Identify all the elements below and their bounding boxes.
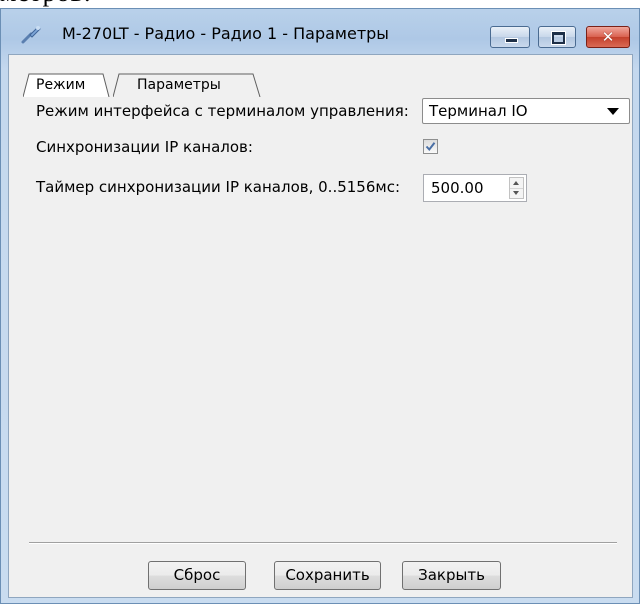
interface-mode-value: Терминал IO [429,102,528,120]
interface-mode-select[interactable]: Терминал IO [422,98,630,124]
ip-sync-timer-value: 500.00 [431,179,484,197]
tab-parameters[interactable]: Параметры [113,73,263,97]
tab-parameters-label: Параметры [137,77,221,93]
tab-regime-label: Режим [36,77,86,93]
ip-sync-label: Синхронизации IP каналов: [36,138,253,156]
maximize-button[interactable] [538,26,576,48]
save-button[interactable]: Сохранить [274,561,381,590]
app-icon [20,23,42,45]
tab-regime[interactable]: Режим [23,73,111,97]
spin-buttons [509,177,524,199]
parameters-window: М-270LT - Радио - Радио 1 - Параметры ✕ … [0,8,640,604]
dialog-body: Режим Параметры Режим интерфейса с терми… [8,54,633,598]
window-title: М-270LT - Радио - Радио 1 - Параметры [62,24,389,43]
close-button[interactable]: Закрыть [402,561,501,590]
footer-separator [29,542,617,544]
minimize-icon [491,27,529,47]
reset-button[interactable]: Сброс [148,561,246,590]
ip-sync-timer-label: Таймер синхронизации IP каналов, 0..5156… [36,178,401,196]
title-bar[interactable]: М-270LT - Радио - Радио 1 - Параметры ✕ [1,9,639,53]
maximize-icon [539,27,575,47]
cropped-background-text: метров. [0,0,91,8]
checkmark-icon [425,142,436,152]
interface-mode-label: Режим интерфейса с терминалом управления… [36,102,409,120]
close-window-button[interactable]: ✕ [586,26,630,48]
ip-sync-checkbox[interactable] [423,139,438,154]
close-icon: ✕ [601,28,615,46]
spin-down-icon[interactable] [510,188,523,198]
ip-sync-timer-spinbox[interactable]: 500.00 [423,174,527,202]
dropdown-arrow-icon[interactable] [607,108,619,115]
minimize-button[interactable] [490,26,530,48]
